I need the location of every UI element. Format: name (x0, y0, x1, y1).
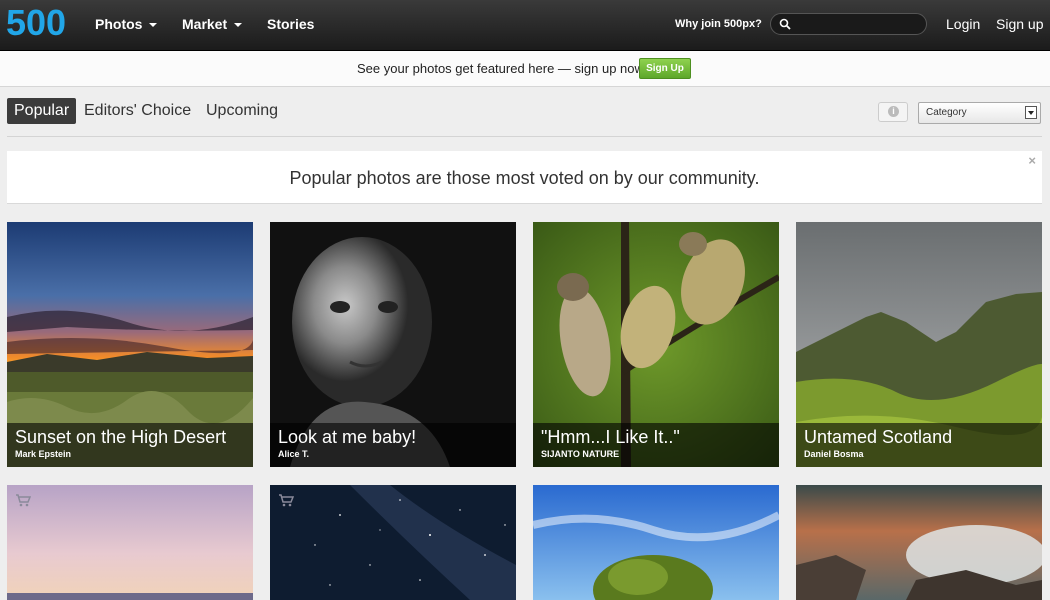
category-select[interactable]: Category (918, 102, 1041, 124)
500px-logo[interactable]: 500 (6, 2, 70, 46)
signup-promo-bar: See your photos get featured here — sign… (0, 51, 1050, 87)
nav-market-menu[interactable]: Market (182, 0, 243, 50)
category-select-value: Category (926, 107, 967, 118)
photo-caption: "Hmm...I Like It.." SIJANTO NATURE (533, 423, 779, 467)
photo-author[interactable]: SIJANTO NATURE (541, 449, 619, 459)
login-link[interactable]: Login (946, 0, 980, 49)
photo-title[interactable]: Sunset on the High Desert (15, 427, 226, 448)
chevron-down-icon (149, 23, 158, 27)
photo-card[interactable]: Sunset on the High Desert Mark Epstein (7, 222, 253, 467)
tab-upcoming[interactable]: Upcoming (199, 98, 285, 124)
search-input[interactable] (795, 16, 924, 34)
close-icon[interactable]: × (1028, 153, 1036, 168)
nav-photos-label: Photos (95, 16, 143, 32)
why-join-link[interactable]: Why join 500px? (675, 0, 762, 49)
promo-text: See your photos get featured here — sign… (357, 61, 647, 76)
photo-author[interactable]: Alice T. (278, 449, 309, 459)
photo-title[interactable]: Look at me baby! (278, 427, 416, 448)
photo-caption: Look at me baby! Alice T. (270, 423, 516, 467)
search-box[interactable] (770, 13, 927, 35)
photo-title[interactable]: "Hmm...I Like It.." (541, 427, 680, 448)
photo-image-pink-sky (7, 485, 253, 600)
photo-title[interactable]: Untamed Scotland (804, 427, 952, 448)
shopping-cart-icon[interactable] (278, 493, 294, 507)
shopping-cart-icon[interactable] (15, 493, 31, 507)
photo-card[interactable]: "Hmm...I Like It.." SIJANTO NATURE (533, 222, 779, 467)
notice-text: Popular photos are those most voted on b… (289, 168, 760, 188)
tab-popular[interactable]: Popular (7, 98, 77, 124)
nav-stories-link[interactable]: Stories (267, 0, 314, 50)
photo-card[interactable] (270, 485, 516, 600)
photo-author[interactable]: Daniel Bosma (804, 449, 864, 459)
nav-photos-menu[interactable]: Photos (95, 0, 158, 50)
chevron-down-icon (234, 23, 243, 27)
tab-editors-choice[interactable]: Editors' Choice (77, 98, 198, 124)
photo-card[interactable] (7, 485, 253, 600)
photo-card[interactable] (533, 485, 779, 600)
photo-author[interactable]: Mark Epstein (15, 449, 71, 459)
search-icon (779, 18, 791, 30)
promo-signup-button[interactable]: Sign Up (639, 58, 691, 79)
photo-image-starry-night (270, 485, 516, 600)
photo-caption: Sunset on the High Desert Mark Epstein (7, 423, 253, 467)
svg-text:500: 500 (6, 7, 66, 41)
photo-image-tree-blue-sky (533, 485, 779, 600)
top-navigation-bar: 500 Photos Market Stories Why join 500px… (0, 0, 1050, 51)
info-icon: i (888, 106, 899, 117)
photo-card[interactable]: Untamed Scotland Daniel Bosma (796, 222, 1042, 467)
info-button[interactable]: i (878, 102, 908, 122)
photo-image-stormy-sea (796, 485, 1042, 600)
popular-info-notice: Popular photos are those most voted on b… (7, 151, 1042, 204)
tabs-divider (7, 136, 1042, 137)
nav-stories-label: Stories (267, 16, 315, 32)
nav-market-label: Market (182, 16, 228, 32)
dropdown-arrow-icon (1025, 106, 1037, 119)
photo-card[interactable]: Look at me baby! Alice T. (270, 222, 516, 467)
photo-card[interactable] (796, 485, 1042, 600)
photo-caption: Untamed Scotland Daniel Bosma (796, 423, 1042, 467)
signup-link[interactable]: Sign up (996, 0, 1043, 49)
